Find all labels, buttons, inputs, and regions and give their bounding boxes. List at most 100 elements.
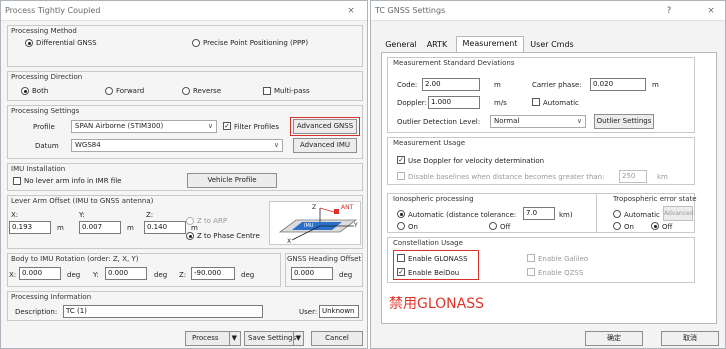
use-doppler-checkbox[interactable]: ✓ <box>397 156 405 164</box>
no-lever-arm-label: No lever arm info in IMR file <box>24 177 122 185</box>
lever-y-input[interactable]: 0.007 <box>79 221 121 234</box>
z-to-arp-label: Z to ARP <box>197 217 228 225</box>
forward-label: Forward <box>116 87 145 95</box>
outlier-label: Outlier Detection Level: <box>397 118 481 126</box>
description-label: Description: <box>15 308 58 316</box>
automatic-label: Automatic <box>543 99 579 107</box>
enable-beidou-checkbox[interactable]: ✓ <box>397 268 405 276</box>
left-window-title: Process Tightly Coupled <box>5 6 101 15</box>
processing-direction-title: Processing Direction <box>11 73 83 81</box>
rot-z-unit: deg <box>241 271 255 279</box>
vehicle-profile-button[interactable]: Vehicle Profile <box>187 173 277 188</box>
lever-x-label: X: <box>11 211 19 219</box>
processing-info-title: Processing Information <box>11 293 92 301</box>
tropo-on-radio[interactable] <box>613 222 621 230</box>
lever-y-unit: m <box>127 224 134 232</box>
ionospheric-title: Ionospheric processing <box>393 195 474 203</box>
iono-on-radio[interactable] <box>397 222 405 230</box>
enable-galileo-label: Enable Galileo <box>538 255 589 263</box>
std-dev-title: Measurement Standard Deviations <box>393 59 515 67</box>
automatic-checkbox[interactable] <box>532 98 540 106</box>
disable-glonass-annotation: 禁用GLONASS <box>389 296 484 312</box>
diagram-x-label: X <box>287 238 292 245</box>
iono-automatic-radio[interactable] <box>397 210 405 218</box>
ok-button[interactable]: 确定 <box>585 331 643 346</box>
datum-select[interactable]: WGS84 ∨ <box>71 139 283 152</box>
outlier-settings-button[interactable]: Outlier Settings <box>594 114 654 129</box>
cancel-button[interactable]: Cancel <box>311 331 363 346</box>
processing-method-title: Processing Method <box>11 27 77 35</box>
iono-tolerance-input[interactable]: 7.0 <box>523 207 555 220</box>
enable-galileo-checkbox[interactable] <box>527 254 535 262</box>
z-to-phase-radio[interactable] <box>186 232 194 240</box>
doppler-input[interactable]: 1.000 <box>428 96 480 109</box>
enable-qzss-checkbox[interactable] <box>527 268 535 276</box>
baseline-distance-input[interactable]: 250 <box>619 170 647 183</box>
cancel-button[interactable]: 取消 <box>661 331 719 346</box>
close-icon[interactable]: × <box>341 1 361 21</box>
profile-label: Profile <box>33 123 55 131</box>
rot-y-label: Y: <box>93 271 99 279</box>
user-input[interactable]: Unknown <box>319 305 359 318</box>
advanced-gnss-button[interactable]: Advanced GNSS <box>293 119 357 134</box>
left-title-bar: Process Tightly Coupled <box>1 1 367 21</box>
tab-measurement[interactable]: Measurement <box>456 36 524 52</box>
disable-baselines-checkbox[interactable] <box>397 172 405 180</box>
heading-offset-input[interactable]: 0.000 <box>291 267 333 280</box>
z-to-arp-radio[interactable] <box>186 217 194 225</box>
code-input[interactable]: 2.00 <box>422 78 480 91</box>
outlier-select[interactable]: Normal ∨ <box>490 115 586 128</box>
rot-z-input[interactable]: -90.000 <box>191 267 235 280</box>
differential-gnss-radio[interactable] <box>25 39 33 47</box>
rot-x-input[interactable]: 0.000 <box>19 267 61 280</box>
tropo-automatic-radio[interactable] <box>613 210 621 218</box>
both-radio[interactable] <box>21 87 29 95</box>
tab-general[interactable]: General <box>383 38 419 52</box>
iono-off-radio[interactable] <box>489 222 497 230</box>
right-window-title: TC GNSS Settings <box>375 6 446 15</box>
description-input[interactable]: TC (1) <box>63 305 263 318</box>
help-icon[interactable]: ? <box>659 1 679 21</box>
diagram-y-label: Y <box>354 222 358 229</box>
close-icon[interactable]: × <box>701 1 721 21</box>
measurement-usage-title: Measurement Usage <box>393 139 466 147</box>
tropo-advanced-button[interactable]: Advanced <box>663 206 694 221</box>
lever-y-label: Y: <box>79 211 85 219</box>
reverse-radio[interactable] <box>182 87 190 95</box>
chevron-down-icon: ∨ <box>207 122 213 130</box>
filter-profiles-checkbox[interactable]: ✓ <box>223 122 231 130</box>
rot-z-label: Z: <box>179 271 187 279</box>
tropospheric-title: Tropospheric error state <box>613 195 697 203</box>
advanced-imu-button[interactable]: Advanced IMU <box>293 138 357 153</box>
tc-gnss-settings-window: TC GNSS Settings ? × General ARTK Measur… <box>370 0 726 349</box>
tab-user-cmds[interactable]: User Cmds <box>526 38 578 52</box>
chevron-down-icon: ∨ <box>576 117 582 125</box>
outlier-value: Normal <box>494 117 520 125</box>
process-button[interactable]: Process ▼ <box>185 331 241 346</box>
enable-glonass-checkbox[interactable] <box>397 254 405 262</box>
lever-z-input[interactable]: 0.140 <box>144 221 186 234</box>
differential-gnss-label: Differential GNSS <box>36 39 97 47</box>
tropo-automatic-label: Automatic <box>624 211 660 219</box>
tropo-off-radio[interactable] <box>651 222 659 230</box>
carrier-input[interactable]: 0.020 <box>590 78 646 91</box>
heading-offset-unit: deg <box>339 271 353 279</box>
ppp-radio[interactable] <box>192 39 200 47</box>
multipass-label: Multi-pass <box>274 87 310 95</box>
reverse-label: Reverse <box>193 87 222 95</box>
save-settings-button[interactable]: Save Settings ▼ <box>244 331 304 346</box>
dropdown-arrow-icon: ▼ <box>292 332 301 345</box>
profile-select[interactable]: SPAN Airborne (STIM300) ∨ <box>71 120 217 133</box>
multipass-checkbox[interactable] <box>263 87 271 95</box>
tab-artk[interactable]: ARTK <box>421 38 453 52</box>
process-label: Process <box>192 334 219 342</box>
rot-y-input[interactable]: 0.000 <box>105 267 147 280</box>
lever-x-input[interactable]: 0.193 <box>9 221 51 234</box>
constellation-title: Constellation Usage <box>393 239 463 247</box>
user-label: User: <box>299 308 318 316</box>
dropdown-arrow-icon: ▼ <box>228 332 237 345</box>
no-lever-arm-checkbox[interactable] <box>13 177 21 185</box>
forward-radio[interactable] <box>105 87 113 95</box>
rot-x-unit: deg <box>67 271 81 279</box>
datum-label: Datum <box>35 142 59 150</box>
